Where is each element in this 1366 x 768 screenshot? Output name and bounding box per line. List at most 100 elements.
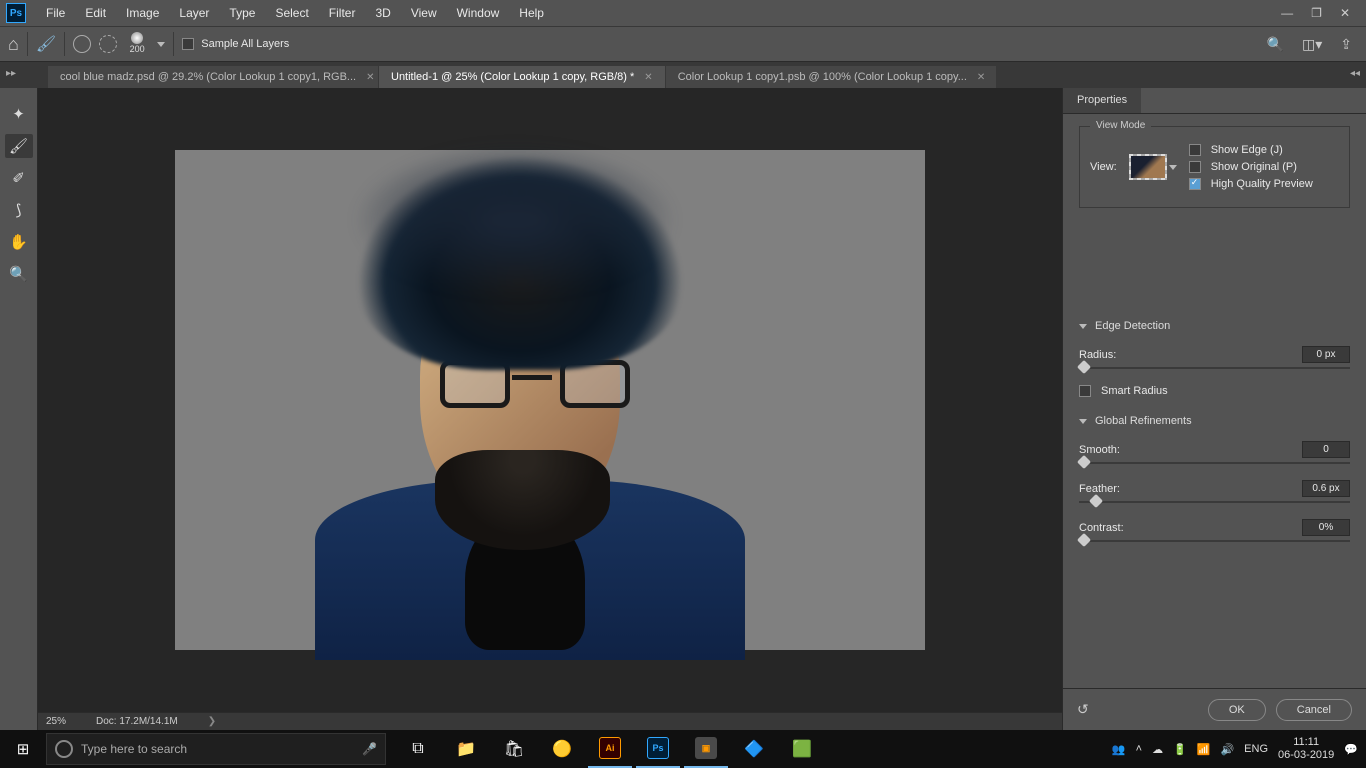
app-icon[interactable]: 🔷 bbox=[732, 730, 776, 768]
toolbox: ✦ 🖌 ✐ ⟆ ✋ 🔍 bbox=[0, 88, 38, 730]
global-refinements-section[interactable]: Global Refinements bbox=[1079, 415, 1350, 427]
tray-expand-icon[interactable]: ˄ bbox=[1136, 743, 1142, 755]
document-tab[interactable]: Color Lookup 1 copy1.psb @ 100% (Color L… bbox=[666, 66, 996, 88]
expand-panels-icon[interactable]: ◂◂ bbox=[1350, 68, 1360, 79]
status-menu-icon[interactable]: ❯ bbox=[208, 716, 216, 727]
menu-window[interactable]: Window bbox=[447, 2, 510, 24]
radius-value[interactable]: 0 px bbox=[1302, 346, 1350, 363]
show-original-option[interactable]: Show Original (P) bbox=[1189, 161, 1339, 173]
zoom-level[interactable]: 25% bbox=[46, 716, 66, 727]
menu-edit[interactable]: Edit bbox=[75, 2, 116, 24]
properties-tab[interactable]: Properties bbox=[1063, 88, 1141, 113]
document-tab[interactable]: cool blue madz.psd @ 29.2% (Color Lookup… bbox=[48, 66, 378, 88]
sublime-icon[interactable]: ▣ bbox=[684, 730, 728, 768]
close-icon[interactable]: ✕ bbox=[977, 72, 985, 83]
people-icon[interactable]: 👥 bbox=[1112, 743, 1126, 756]
hand-tool-icon[interactable]: ✋ bbox=[5, 230, 33, 254]
illustrator-icon[interactable]: Ai bbox=[588, 730, 632, 768]
photoshop-icon[interactable]: Ps bbox=[636, 730, 680, 768]
chrome-icon[interactable]: 🟡 bbox=[540, 730, 584, 768]
document-canvas[interactable] bbox=[175, 150, 925, 650]
window-minimize-icon[interactable]: — bbox=[1281, 6, 1293, 20]
subtract-selection-icon[interactable] bbox=[99, 35, 117, 53]
taskbar-search[interactable]: Type here to search 🎤 bbox=[46, 733, 386, 765]
app-icon[interactable]: 🟩 bbox=[780, 730, 824, 768]
battery-icon[interactable]: 🔋 bbox=[1173, 743, 1187, 756]
share-icon[interactable]: ⇪ bbox=[1340, 36, 1352, 53]
edge-detection-section[interactable]: Edge Detection bbox=[1079, 320, 1350, 332]
options-bar: ⌂ 🖌 200 Sample All Layers 🔍 ◫▾ ⇪ bbox=[0, 26, 1366, 62]
feather-label: Feather: bbox=[1079, 483, 1120, 495]
action-center-icon[interactable]: 💬 bbox=[1344, 743, 1358, 756]
feather-value[interactable]: 0.6 px bbox=[1302, 480, 1350, 497]
contrast-label: Contrast: bbox=[1079, 522, 1124, 534]
menu-bar: Ps File Edit Image Layer Type Select Fil… bbox=[0, 0, 1366, 26]
chevron-down-icon bbox=[1079, 324, 1087, 329]
reset-icon[interactable]: ↺ bbox=[1077, 701, 1089, 718]
close-icon[interactable]: ✕ bbox=[366, 72, 374, 83]
start-button[interactable]: ⊞ bbox=[0, 740, 46, 758]
menu-image[interactable]: Image bbox=[116, 2, 169, 24]
menu-view[interactable]: View bbox=[401, 2, 447, 24]
search-placeholder: Type here to search bbox=[81, 742, 187, 756]
menu-type[interactable]: Type bbox=[219, 2, 265, 24]
smooth-slider[interactable] bbox=[1079, 462, 1350, 464]
checkbox-icon[interactable] bbox=[182, 38, 194, 50]
smart-radius-option[interactable]: Smart Radius bbox=[1079, 385, 1350, 397]
status-bar: 25% Doc: 17.2M/14.1M ❯ bbox=[38, 712, 1062, 730]
properties-panel: Properties View Mode View: Show Edge (J)… bbox=[1062, 88, 1366, 730]
hq-preview-option[interactable]: High Quality Preview bbox=[1189, 178, 1339, 190]
canvas-viewport[interactable] bbox=[38, 88, 1062, 712]
cancel-button[interactable]: Cancel bbox=[1276, 699, 1352, 721]
task-view-icon[interactable]: ⧉ bbox=[396, 730, 440, 768]
search-icon[interactable]: 🔍 bbox=[1267, 36, 1284, 53]
workspace-switcher-icon[interactable]: ◫▾ bbox=[1302, 36, 1322, 53]
subject-cutout bbox=[275, 150, 825, 650]
view-dropdown-icon[interactable] bbox=[1169, 165, 1177, 170]
brush-size-preview[interactable]: 200 bbox=[125, 32, 149, 56]
language-indicator[interactable]: ENG bbox=[1244, 743, 1268, 755]
cortana-icon bbox=[55, 740, 73, 758]
brush-tool-icon[interactable]: ✐ bbox=[5, 166, 33, 190]
menu-file[interactable]: File bbox=[36, 2, 75, 24]
brush-size-value: 200 bbox=[130, 44, 145, 54]
refine-edge-brush-tool-icon[interactable]: 🖌 bbox=[5, 134, 33, 158]
menu-layer[interactable]: Layer bbox=[169, 2, 219, 24]
file-explorer-icon[interactable]: 📁 bbox=[444, 730, 488, 768]
menu-help[interactable]: Help bbox=[509, 2, 554, 24]
document-info[interactable]: Doc: 17.2M/14.1M bbox=[96, 716, 178, 727]
onedrive-icon[interactable]: ☁ bbox=[1152, 743, 1163, 756]
volume-icon[interactable]: 🔊 bbox=[1220, 743, 1234, 756]
ok-button[interactable]: OK bbox=[1208, 699, 1266, 721]
taskbar-clock[interactable]: 11:11 06-03-2019 bbox=[1278, 736, 1334, 762]
mic-icon[interactable]: 🎤 bbox=[362, 742, 377, 756]
document-tab-active[interactable]: Untitled-1 @ 25% (Color Lookup 1 copy, R… bbox=[379, 66, 665, 88]
expand-toolbar-icon[interactable]: ▸▸ bbox=[6, 68, 16, 79]
menu-3d[interactable]: 3D bbox=[365, 2, 400, 24]
menu-select[interactable]: Select bbox=[265, 2, 318, 24]
show-edge-option[interactable]: Show Edge (J) bbox=[1189, 144, 1339, 156]
window-close-icon[interactable]: ✕ bbox=[1340, 6, 1350, 20]
home-icon[interactable]: ⌂ bbox=[8, 34, 19, 55]
document-tabs: cool blue madz.psd @ 29.2% (Color Lookup… bbox=[0, 62, 1366, 88]
brush-options-dropdown-icon[interactable] bbox=[157, 42, 165, 47]
zoom-tool-icon[interactable]: 🔍 bbox=[5, 262, 33, 286]
microsoft-store-icon[interactable]: 🛍 bbox=[492, 730, 536, 768]
smooth-value[interactable]: 0 bbox=[1302, 441, 1350, 458]
lasso-tool-icon[interactable]: ⟆ bbox=[5, 198, 33, 222]
window-restore-icon[interactable]: ❐ bbox=[1311, 6, 1322, 20]
wifi-icon[interactable]: 📶 bbox=[1197, 743, 1211, 756]
view-thumbnail[interactable] bbox=[1129, 154, 1167, 180]
brush-tool-icon[interactable]: 🖌 bbox=[36, 34, 56, 54]
add-selection-icon[interactable] bbox=[73, 35, 91, 53]
feather-slider[interactable] bbox=[1079, 501, 1350, 503]
radius-slider[interactable] bbox=[1079, 367, 1350, 369]
radius-label: Radius: bbox=[1079, 349, 1116, 361]
sample-all-layers-option[interactable]: Sample All Layers bbox=[182, 38, 289, 50]
contrast-slider[interactable] bbox=[1079, 540, 1350, 542]
quick-selection-tool-icon[interactable]: ✦ bbox=[5, 102, 33, 126]
contrast-value[interactable]: 0% bbox=[1302, 519, 1350, 536]
view-mode-group: View Mode View: Show Edge (J) Show Origi… bbox=[1079, 126, 1350, 208]
menu-filter[interactable]: Filter bbox=[319, 2, 366, 24]
close-icon[interactable]: ✕ bbox=[644, 72, 652, 83]
